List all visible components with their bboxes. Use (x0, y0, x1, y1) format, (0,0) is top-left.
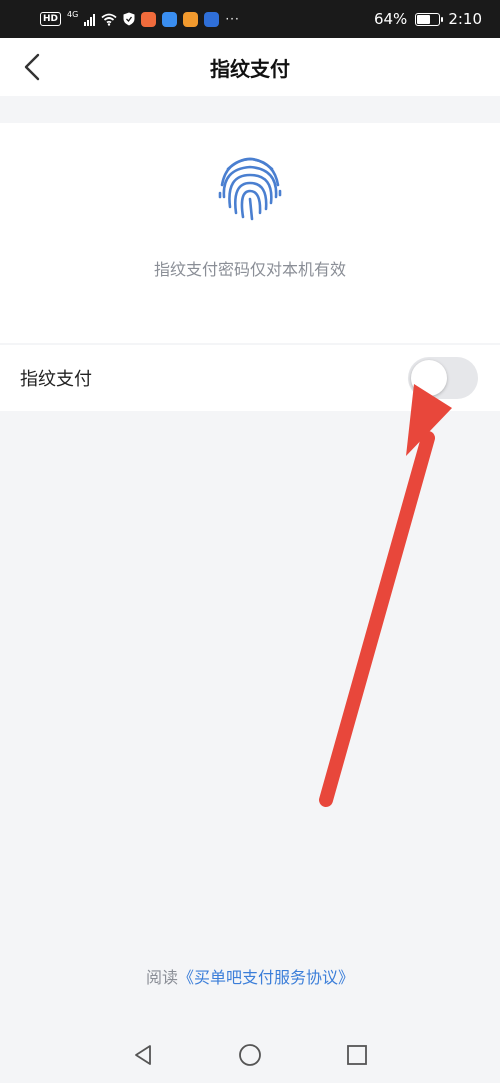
chevron-left-icon (24, 53, 40, 81)
battery-fill (417, 14, 431, 24)
status-left: HD 4G ··· (40, 9, 240, 27)
navigation-bar: 指纹支付 (0, 38, 500, 96)
battery-percent: 64% (373, 10, 408, 28)
status-right: 64% 2:10 (374, 10, 482, 28)
agreement-line: 阅读《买单吧支付服务协议》 (0, 964, 500, 988)
system-home-button[interactable] (235, 1040, 265, 1070)
fingerprint-pay-row: 指纹支付 (0, 345, 500, 411)
system-back-button[interactable] (128, 1040, 158, 1070)
toggle-knob (411, 360, 447, 396)
home-circle-icon (239, 1044, 261, 1066)
agreement-prefix: 阅读 (145, 968, 178, 987)
shield-icon (123, 12, 135, 26)
recents-square-icon (346, 1045, 367, 1065)
wifi-icon (101, 13, 117, 26)
system-recents-button[interactable] (342, 1040, 372, 1070)
back-button[interactable] (16, 50, 48, 84)
agreement-link[interactable]: 《买单吧支付服务协议》 (178, 968, 354, 987)
fingerprint-pay-toggle[interactable] (408, 357, 478, 399)
status-bar: HD 4G ··· 64% 2:10 (0, 0, 500, 38)
more-icon: ··· (225, 12, 240, 26)
back-triangle-icon (135, 1045, 152, 1065)
cloud-icon (162, 11, 178, 27)
fingerprint-pay-label: 指纹支付 (20, 369, 92, 390)
clock: 2:10 (448, 10, 482, 28)
page-title: 指纹支付 (210, 56, 290, 81)
network-type: 4G (67, 9, 79, 19)
fingerprint-description: 指纹支付密码仅对本机有效 (153, 260, 346, 279)
app-icon (141, 11, 157, 27)
fingerprint-hero: 指纹支付密码仅对本机有效 (0, 123, 500, 343)
hd-icon: HD (40, 12, 62, 26)
play-icon (183, 11, 199, 27)
battery-icon (415, 12, 444, 26)
system-navigation (0, 1027, 500, 1083)
lightbulb-icon (204, 11, 220, 27)
fingerprint-icon (218, 157, 282, 221)
signal-icon (84, 13, 96, 26)
